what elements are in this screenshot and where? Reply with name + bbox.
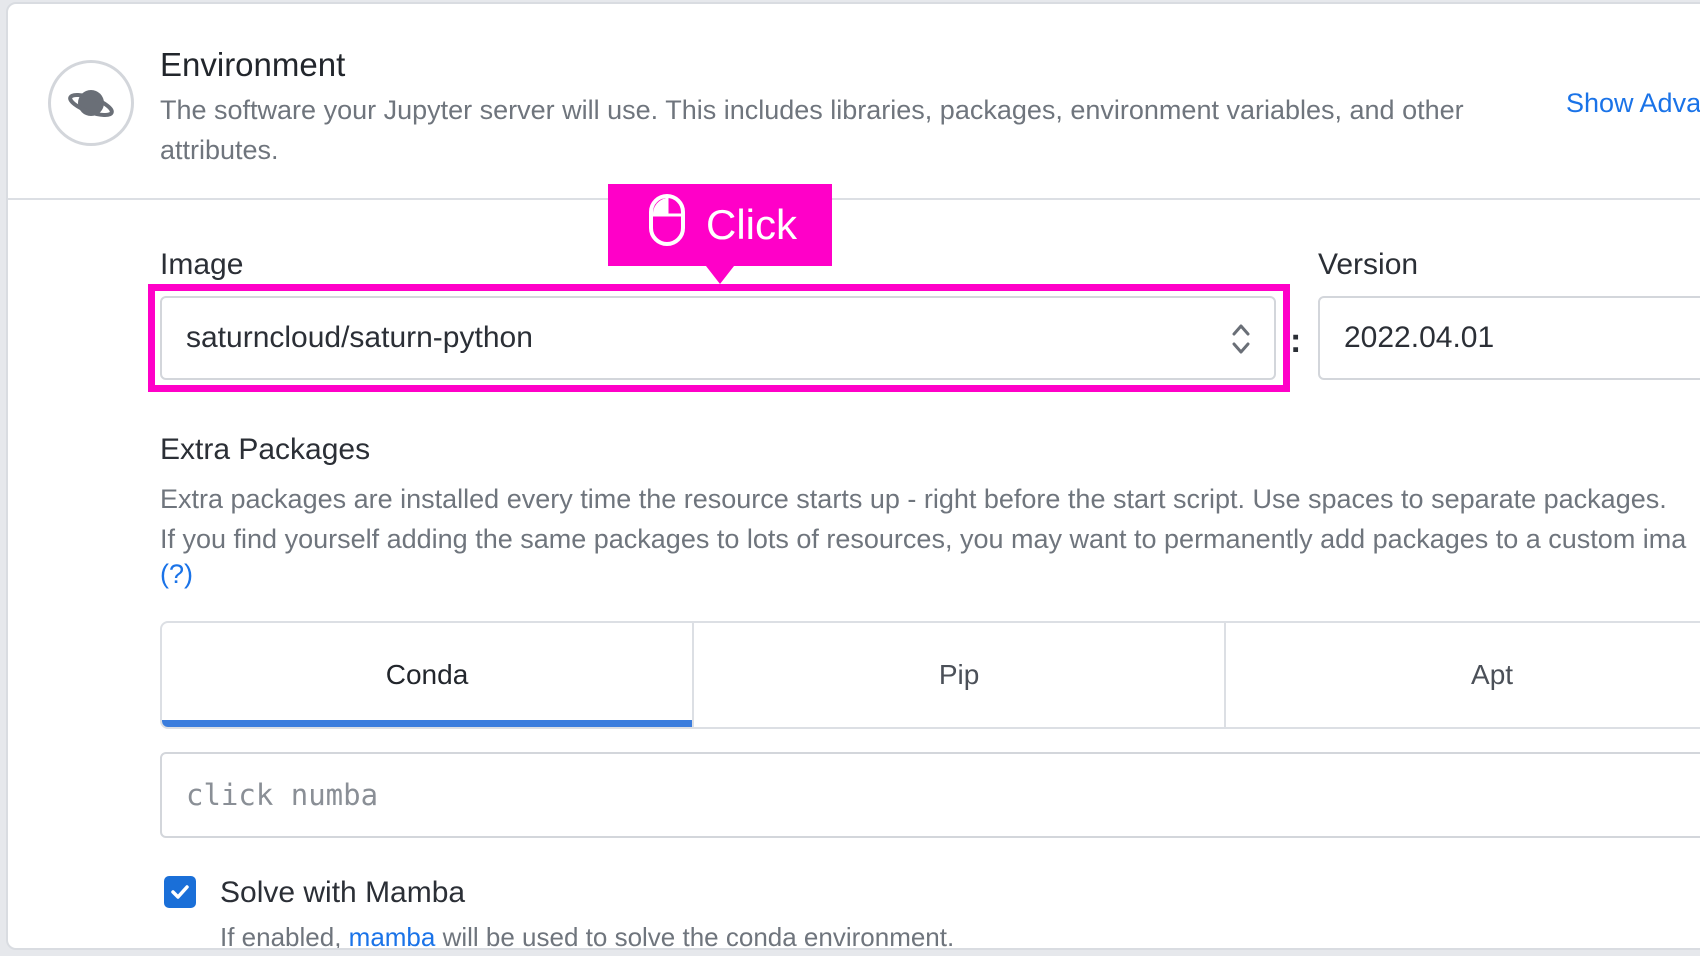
mamba-desc-suffix: will be used to solve the conda environm… (435, 922, 955, 950)
solve-with-mamba-label: Solve with Mamba (220, 876, 466, 909)
tab-pip[interactable]: Pip (694, 623, 1227, 727)
mamba-link[interactable]: mamba (349, 922, 436, 948)
updown-chevron-icon (1230, 320, 1252, 366)
show-advanced-link[interactable]: Show Adva (1566, 88, 1700, 119)
image-label: Image (160, 248, 244, 281)
extra-packages-line2: If you find yourself adding the same pac… (160, 524, 1687, 554)
planet-icon (48, 60, 134, 146)
extra-packages-title: Extra Packages (160, 433, 371, 466)
tab-apt[interactable]: Apt (1226, 623, 1700, 727)
extra-packages-line1: Extra packages are installed every time … (160, 484, 1667, 514)
mamba-description: If enabled, mamba will be used to solve … (220, 922, 955, 950)
mamba-desc-prefix: If enabled, (220, 922, 349, 950)
extra-packages-description: Extra packages are installed every time … (160, 479, 1700, 559)
click-tooltip-label: Click (706, 201, 797, 248)
version-value: 2022.04.01 (1344, 321, 1495, 354)
version-select[interactable]: 2022.04.01 (1318, 296, 1700, 380)
version-label: Version (1318, 248, 1419, 281)
environment-card: Environment The software your Jupyter se… (6, 2, 1700, 950)
environment-description: The software your Jupyter server will us… (160, 95, 1464, 165)
image-select-value: saturncloud/saturn-python (186, 321, 533, 354)
image-version-separator: : (1290, 322, 1302, 360)
packages-input[interactable] (160, 752, 1700, 838)
environment-header: Environment The software your Jupyter se… (8, 4, 1700, 200)
help-link[interactable]: (?) (160, 559, 193, 590)
mouse-icon (648, 193, 686, 257)
solve-with-mamba-checkbox[interactable] (164, 876, 196, 908)
click-tooltip: Click (608, 184, 832, 284)
check-icon (171, 885, 189, 899)
image-select[interactable]: saturncloud/saturn-python (160, 296, 1276, 380)
tab-conda[interactable]: Conda (162, 623, 695, 727)
environment-title: Environment (160, 46, 346, 83)
package-manager-tabs: Conda Pip Apt (160, 621, 1700, 729)
